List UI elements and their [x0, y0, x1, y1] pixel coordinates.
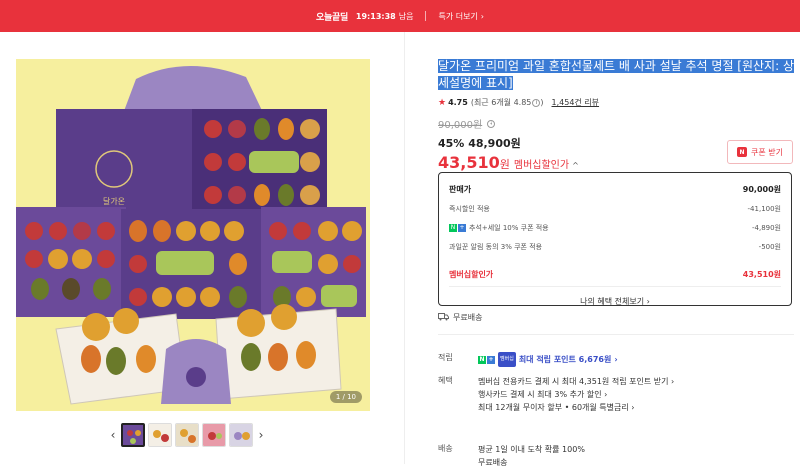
- delivery-key: 배송: [438, 444, 453, 453]
- box-brand-text: 달가온: [103, 197, 125, 206]
- truck-icon: [438, 312, 449, 323]
- benefits-key: 혜택: [438, 376, 453, 385]
- deal-more-link[interactable]: 특가 더보기 ›: [438, 11, 484, 22]
- delivery-estimate: 평균 1일 이내 도착 확률 100%: [478, 445, 585, 454]
- benefit-line[interactable]: 멤버십 전용카드 결제 시 최대 4,351원 적립 포인트 받기 ›: [478, 375, 674, 388]
- star-icon: ★: [438, 97, 447, 108]
- rating-score: 4.75: [448, 98, 468, 107]
- product-main-image[interactable]: 달가온 1 / 10: [16, 59, 370, 411]
- divider: [438, 334, 794, 335]
- rating-detail-close: ): [540, 98, 544, 107]
- deal-more-label: 특가 더보기: [438, 11, 478, 21]
- shipping-label: 무료배송: [453, 313, 483, 322]
- chevron-right-icon: ›: [646, 297, 650, 306]
- image-counter: 1 / 10: [329, 391, 362, 403]
- chevron-left-icon[interactable]: ‹: [108, 428, 118, 442]
- member-price-label: 멤버십할인가: [513, 160, 570, 171]
- discount-value: -41,100원: [747, 204, 781, 213]
- membership-badge: 멤버십: [498, 352, 516, 367]
- original-price: 90,000원: [438, 120, 483, 131]
- points-link[interactable]: N + 멤버십 최대 적립 포인트 6,676원 ›: [478, 352, 618, 367]
- member-total-value: 43,510원: [742, 270, 781, 279]
- points-key: 적립: [438, 353, 453, 362]
- rating-detail: (최근 6개월 4.85: [470, 98, 532, 107]
- member-price: 43,510: [438, 153, 500, 172]
- original-price-row: 90,000원 i: [438, 116, 794, 131]
- thumbnail-strip: ‹ ›: [108, 423, 266, 447]
- points-row: 적립 N + 멤버십 최대 적립 포인트 6,676원 ›: [438, 352, 618, 367]
- discount-price: 48,900원: [468, 137, 521, 150]
- thumbnail-3[interactable]: [175, 423, 199, 447]
- discount-value: -4,890원: [751, 223, 781, 232]
- sale-price-row: 판매가 90,000원: [449, 180, 781, 199]
- discount-value: -500원: [758, 242, 781, 251]
- benefit-line[interactable]: 행사카드 결제 시 최대 3% 추가 할인 ›: [478, 388, 674, 401]
- discount-row-coupon: N + 추석+세일 10% 쿠폰 적용 -4,890원: [449, 218, 781, 237]
- info-icon[interactable]: i: [487, 119, 496, 128]
- all-benefits-link[interactable]: 나의 혜택 전체보기 ›: [449, 296, 781, 307]
- thumbnail-5[interactable]: [229, 423, 253, 447]
- sale-price-value: 90,000원: [742, 185, 781, 194]
- coupon-button[interactable]: N 쿠폰 받기: [727, 140, 793, 164]
- member-total-label: 멤버십할인가: [449, 270, 494, 279]
- sale-price-label: 판매가: [449, 185, 472, 194]
- chevron-up-icon: ^: [572, 161, 579, 170]
- naver-n-icon: N: [737, 147, 747, 157]
- deal-banner: 오늘끝딜 19:13:38 남음 특가 더보기 ›: [0, 0, 800, 32]
- shipping-row: 무료배송: [438, 312, 482, 323]
- coupon-label: 쿠폰 받기: [751, 147, 783, 157]
- rating-row: ★ 4.75 (최근 6개월 4.85 i ) 1,454건 리뷰: [438, 97, 794, 108]
- delivery-row: 배송 평균 1일 이내 도착 확률 100% 무료배송: [438, 443, 585, 469]
- discount-rate: 45%: [438, 137, 465, 150]
- discount-row-alert: 과일꾼 알림 동의 3% 쿠폰 적용 -500원: [449, 237, 781, 256]
- member-total-row: 멤버십할인가 43,510원: [449, 265, 781, 284]
- info-icon[interactable]: i: [532, 98, 541, 107]
- banner-divider: [425, 11, 427, 21]
- thumbnail-4[interactable]: [202, 423, 226, 447]
- deal-timer-suffix: 남음: [398, 11, 414, 21]
- points-text: 최대 적립 포인트 6,676원: [518, 355, 612, 364]
- fruit-gift-box-illustration: 달가온: [16, 65, 366, 405]
- price-breakdown: 판매가 90,000원 즉시할인 적용 -41,100원 N + 추석+세일 10%…: [438, 172, 792, 306]
- review-link[interactable]: 1,454건 리뷰: [552, 97, 600, 108]
- discount-row-instant: 즉시할인 적용 -41,100원: [449, 199, 781, 218]
- discount-label: 즉시할인 적용: [449, 204, 490, 213]
- product-title-text: 달가온 프리미엄 과일 혼합선물세트 배 사과 설날 추석 명절 [원산지: 상…: [438, 59, 794, 90]
- member-price-won: 원: [499, 158, 510, 171]
- thumbnail-1[interactable]: [121, 423, 145, 447]
- chevron-right-icon: ›: [480, 11, 484, 21]
- all-benefits-label: 나의 혜택 전체보기: [580, 297, 645, 306]
- discount-label: 추석+세일 10% 쿠폰 적용: [469, 223, 549, 232]
- naver-plus-icon: N +: [449, 223, 466, 232]
- delivery-free: 무료배송: [478, 458, 508, 467]
- chevron-right-icon[interactable]: ›: [256, 428, 266, 442]
- product-title: 달가온 프리미엄 과일 혼합선물세트 배 사과 설날 추석 명절 [원산지: 상…: [438, 58, 794, 92]
- benefit-line[interactable]: 최대 12개월 무이자 할부 • 60개월 특별금리 ›: [478, 401, 674, 414]
- deal-timer: 19:13:38: [355, 11, 396, 21]
- naver-plus-icon: N +: [478, 355, 495, 364]
- thumbnail-2[interactable]: [148, 423, 172, 447]
- deal-logo: 오늘끝딜: [316, 12, 348, 23]
- discount-label: 과일꾼 알림 동의 3% 쿠폰 적용: [449, 242, 543, 251]
- benefits-row: 혜택 멤버십 전용카드 결제 시 최대 4,351원 적립 포인트 받기 › 행…: [438, 375, 674, 414]
- column-divider: [404, 32, 405, 464]
- divider: [449, 286, 781, 287]
- chevron-right-icon: ›: [614, 355, 618, 364]
